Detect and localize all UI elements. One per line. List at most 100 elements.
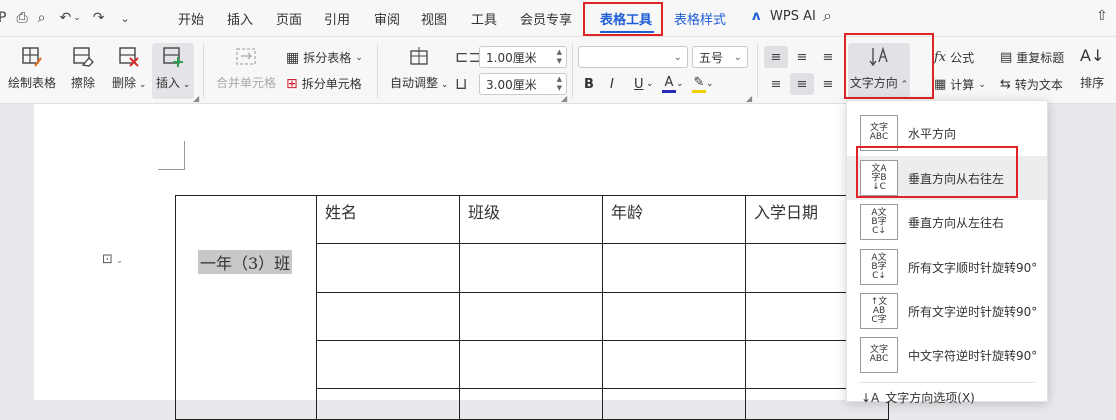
draw-table-button[interactable]: 绘制表格: [8, 46, 56, 91]
align-middle-right-button[interactable]: ≡: [816, 73, 840, 95]
menu-item-label: 垂直方向从左往右: [908, 215, 1005, 230]
table-cell[interactable]: [602, 292, 746, 341]
more-dropdown-icon[interactable]: ⌄: [121, 12, 130, 25]
split-table-icon: ▦: [286, 49, 300, 66]
tab-table-style[interactable]: 表格样式: [674, 9, 726, 28]
menu-item-vertical-ltr[interactable]: A文 B字 C↓ 垂直方向从左往右: [847, 200, 1047, 244]
align-top-center-button[interactable]: ≡: [790, 46, 814, 68]
align-top-right-button[interactable]: ≡: [816, 46, 840, 68]
menu-item-options[interactable]: ↓A 文字方向选项(X): [861, 389, 975, 406]
auto-fit-button[interactable]: 自动调整 ⌄: [390, 46, 448, 91]
delete-button[interactable]: 删除 ⌄: [112, 46, 146, 91]
formula-button[interactable]: fx 公式: [934, 49, 974, 66]
tab-wps-ai[interactable]: WPS AI: [770, 9, 816, 24]
tab-page[interactable]: 页面: [276, 9, 302, 28]
erase-button[interactable]: 擦除: [71, 46, 95, 91]
print-icon[interactable]: ⎙: [16, 10, 27, 26]
group-expand-icon[interactable]: ◢: [193, 94, 199, 103]
group-expand-icon[interactable]: ◢: [561, 94, 567, 103]
tab-review[interactable]: 审阅: [374, 9, 400, 28]
italic-icon[interactable]: I: [610, 77, 634, 92]
chevron-down-icon: ⌄: [978, 79, 986, 90]
search-icon[interactable]: ⌕: [823, 6, 832, 26]
align-center-icon: ≡: [796, 76, 808, 92]
header-class: 班级: [468, 203, 501, 222]
header-age: 年龄: [611, 203, 644, 222]
stepper-icon[interactable]: ▲ ▼: [557, 75, 562, 93]
sort-button[interactable]: A↓ 排序: [1080, 46, 1104, 91]
split-cells-label: 拆分单元格: [301, 77, 362, 91]
formula-icon: fx: [934, 50, 947, 65]
font-size-select[interactable]: 五号 ⌄: [692, 46, 748, 68]
column-width-field[interactable]: 1.00厘米 ▲ ▼: [479, 46, 567, 68]
table-cell[interactable]: [316, 388, 460, 420]
font-name-select[interactable]: ⌄: [578, 46, 688, 68]
table-cell[interactable]: [602, 243, 746, 293]
erase-label: 擦除: [71, 76, 96, 90]
cjk-rotate-ccw-icon: 文字 ABC: [860, 337, 898, 373]
underline-icon[interactable]: U: [634, 77, 646, 92]
undo-dropdown-icon[interactable]: ⌄: [73, 13, 81, 23]
align-middle-center-button[interactable]: ≡: [790, 73, 814, 95]
menu-item-rotate-cw[interactable]: A文 B字 C↓ 所有文字顺时针旋转90°: [847, 245, 1047, 289]
delete-label: 删除 ⌄: [112, 76, 147, 90]
chevron-down-icon[interactable]: ⌄: [676, 79, 692, 89]
column-width-value: 1.00厘米: [486, 50, 537, 65]
header-cell[interactable]: 姓名: [316, 195, 460, 244]
table-cell[interactable]: [459, 292, 603, 341]
align-top-left-button[interactable]: ≡: [764, 46, 788, 68]
stepper-icon[interactable]: ▲ ▼: [557, 48, 562, 66]
merged-class-cell[interactable]: 一年（3）班: [175, 195, 317, 420]
header-cell[interactable]: 班级: [459, 195, 603, 244]
menu-item-label: 水平方向: [908, 126, 957, 141]
split-table-button[interactable]: ▦ 拆分表格 ⌄: [286, 49, 363, 66]
undo-icon[interactable]: ↶: [60, 10, 72, 26]
bold-icon[interactable]: B: [584, 77, 610, 92]
chevron-down-icon[interactable]: ⌄: [706, 79, 720, 89]
auto-fit-label: 自动调整 ⌄: [390, 76, 449, 90]
eraser-icon: [73, 47, 94, 67]
row-height-field[interactable]: 3.00厘米 ▲ ▼: [479, 73, 567, 95]
redo-icon[interactable]: ↷: [93, 10, 105, 26]
tab-view[interactable]: 视图: [421, 9, 447, 28]
row-height-icon: ⊔: [455, 74, 468, 93]
merge-cells-button[interactable]: 合并单元格: [216, 46, 276, 91]
table-cell[interactable]: [316, 292, 460, 341]
tab-tools[interactable]: 工具: [471, 9, 497, 28]
convert-text-button[interactable]: ⇆ 转为文本: [1000, 76, 1063, 93]
menu-item-label: 所有文字逆时针旋转90°: [908, 304, 1038, 319]
calculate-button[interactable]: ▦ 计算 ⌄: [934, 76, 986, 93]
tab-member[interactable]: 会员专享: [520, 9, 572, 28]
insert-button[interactable]: 插入 ⌄: [156, 46, 190, 91]
menu-item-label: 中文字符逆时针旋转90°: [908, 348, 1038, 363]
tab-insert[interactable]: 插入: [227, 9, 253, 28]
highlight-color-icon[interactable]: ✎: [692, 75, 706, 93]
print-preview-icon[interactable]: P: [0, 10, 6, 26]
split-cells-button[interactable]: ⊞ 拆分单元格: [286, 75, 362, 92]
table-cell[interactable]: [459, 388, 603, 420]
table-cell[interactable]: [459, 340, 603, 389]
repeat-header-button[interactable]: ▤ 重复标题: [1000, 49, 1064, 66]
header-cell[interactable]: 年龄: [602, 195, 746, 244]
align-middle-left-button[interactable]: ≡: [764, 73, 788, 95]
font-color-icon[interactable]: A: [662, 75, 676, 93]
tab-home[interactable]: 开始: [178, 9, 204, 28]
cloud-upload-icon[interactable]: ⇧: [1096, 8, 1108, 24]
table-cell[interactable]: [459, 243, 603, 293]
calculator-icon: ▦: [934, 77, 947, 92]
chevron-down-icon: ⌄: [438, 80, 449, 90]
table-cell[interactable]: [602, 340, 746, 389]
table-cell[interactable]: [602, 388, 746, 420]
chevron-down-icon: ⌄: [355, 52, 363, 63]
draw-table-label: 绘制表格: [8, 76, 57, 90]
group-expand-icon[interactable]: ◢: [746, 94, 752, 103]
table-cell[interactable]: [316, 243, 460, 293]
tab-references[interactable]: 引用: [324, 9, 350, 28]
menu-item-cjk-rotate[interactable]: 文字 ABC 中文字符逆时针旋转90°: [847, 333, 1047, 377]
table-cell[interactable]: [316, 340, 460, 389]
preview-icon[interactable]: ⌕: [38, 10, 46, 26]
row-height-value: 3.00厘米: [486, 77, 537, 92]
chevron-down-icon[interactable]: ⌄: [646, 79, 662, 89]
table-handle[interactable]: ⊡ ⌄: [102, 252, 123, 267]
menu-item-rotate-ccw[interactable]: ↑文 AB C字 所有文字逆时针旋转90°: [847, 289, 1047, 333]
